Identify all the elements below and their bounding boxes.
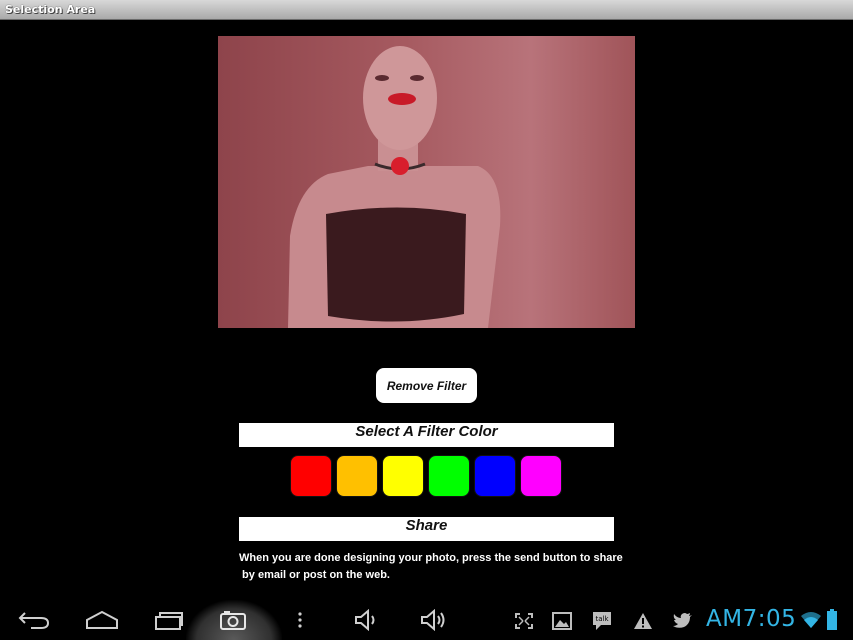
volume-up-icon [421,609,445,631]
recent-apps-icon [155,612,183,630]
photo-figure [218,36,635,328]
battery-icon [827,609,837,630]
swatch-red[interactable] [290,455,332,497]
volume-down-button[interactable] [350,605,382,635]
remove-filter-button[interactable]: Remove Filter [376,368,477,403]
swatch-magenta[interactable] [520,455,562,497]
share-instructions-line1: When you are done designing your photo, … [239,552,623,564]
menu-icon [298,612,302,628]
figure-eye-right [410,75,424,81]
volume-down-icon [355,609,375,631]
figure-top [326,207,466,322]
figure-pendant [391,157,409,175]
overflow-menu-button[interactable] [292,605,308,635]
swatch-yellow[interactable] [382,455,424,497]
gallery-icon[interactable] [552,612,572,630]
share-instructions-line2: by email or post on the web. [239,569,390,581]
swatch-blue[interactable] [474,455,516,497]
share-instructions: When you are done designing your photo, … [239,550,629,584]
title-bar: Selection Area [0,0,853,20]
filter-section-header: Select A Filter Color [239,423,614,447]
back-icon [18,612,50,629]
camera-button[interactable] [216,605,250,635]
figure-lips [388,93,416,105]
fullscreen-icon[interactable] [514,612,534,630]
share-section-header: Share [239,517,614,541]
home-button[interactable] [82,605,122,635]
filter-color-swatches [290,455,562,497]
talk-label: talk [595,615,609,623]
status-clock: AM7:05 [706,606,797,632]
warning-icon[interactable] [633,612,653,630]
photo-preview[interactable] [218,36,635,328]
swatch-orange[interactable] [336,455,378,497]
back-button[interactable] [14,605,54,635]
home-icon [86,610,118,629]
twitter-icon[interactable] [672,612,694,630]
talk-icon[interactable]: talk [591,610,613,632]
window-title: Selection Area [5,3,96,16]
figure-eye-left [375,75,389,81]
recent-apps-button[interactable] [150,605,186,635]
swatch-green[interactable] [428,455,470,497]
volume-up-button[interactable] [416,605,450,635]
camera-icon [220,611,246,630]
wifi-icon [801,612,821,628]
